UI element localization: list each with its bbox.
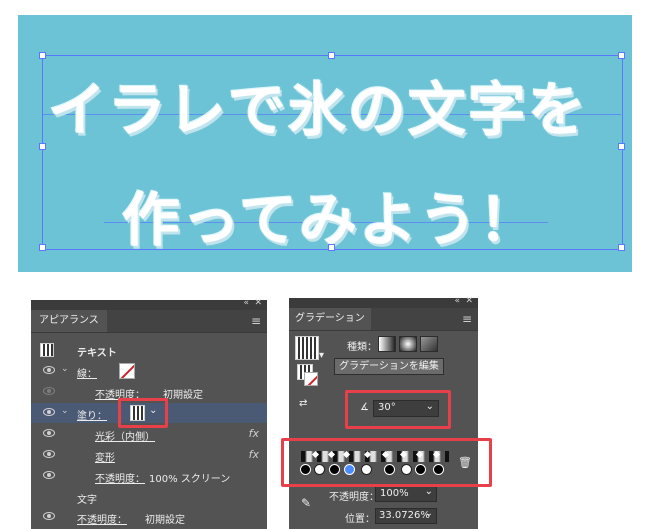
gradient-panel: « ✕ グラデーション ≡ ▾ 種類： グラデーションを編集 ⇄ ∡ 30° ⌄… <box>281 296 492 529</box>
disclosure-triangle-icon[interactable]: ⌄ <box>61 364 69 374</box>
visibility-eye-icon[interactable] <box>43 512 55 520</box>
stop-opacity-input[interactable]: 100% ⌄ <box>375 486 437 502</box>
stop-location-value: 33.0726% <box>379 510 430 521</box>
selection-handle[interactable] <box>618 143 625 150</box>
fx-icon[interactable]: fx <box>249 448 259 461</box>
fx-icon[interactable]: fx <box>249 427 259 440</box>
visibility-eye-icon[interactable] <box>43 450 55 458</box>
panel-menu-icon[interactable]: ≡ <box>462 312 472 326</box>
stop-opacity-label: 不透明度： <box>329 492 379 503</box>
stroke-row[interactable]: ⌄ 線： <box>31 361 267 381</box>
fill-label[interactable]: 塗り： <box>77 407 107 422</box>
gradient-slider-highlight <box>281 438 492 487</box>
fill-swatch-highlight <box>118 398 168 428</box>
type-label: 種類： <box>347 342 377 353</box>
selection-bounding-box[interactable] <box>42 55 623 250</box>
opacity-value: 初期設定 <box>145 515 185 526</box>
visibility-eye-icon[interactable] <box>43 471 55 479</box>
freeform-gradient-type-button[interactable] <box>420 336 438 352</box>
stop-location-input[interactable]: 33.0726% ⌄ <box>375 508 437 524</box>
fill-stroke-stroke-swatch[interactable] <box>304 372 318 386</box>
transform-row[interactable]: 変形 fx <box>31 445 267 465</box>
panel-menu-icon[interactable]: ≡ <box>251 314 261 328</box>
panel-titlebar[interactable]: « ✕ <box>289 296 478 308</box>
characters-row[interactable]: 文字 <box>31 487 267 507</box>
panel-tabrow: グラデーション ≡ <box>289 308 478 331</box>
opacity-row[interactable]: 不透明度： 初期設定 <box>31 507 267 527</box>
opacity-label[interactable]: 不透明度： <box>77 511 127 526</box>
location-dropdown-chevron-icon[interactable]: ⌄ <box>425 508 433 519</box>
stop-location-label: 位置： <box>345 514 375 525</box>
gradient-preview-swatch[interactable] <box>295 336 319 360</box>
visibility-eye-icon[interactable] <box>43 366 55 374</box>
stroke-none-swatch[interactable] <box>119 363 135 379</box>
selection-handle[interactable] <box>328 244 335 251</box>
characters-label: 文字 <box>77 495 97 506</box>
stop-opacity-value: 100% <box>380 488 409 499</box>
appearance-panel: « ✕ アピアランス ≡ テキスト ⌄ 線： 不透明度： 初期設定 ⌄ 塗り： … <box>31 298 267 529</box>
text-thumbnail-icon <box>40 343 54 357</box>
gradient-preview-chevron-icon[interactable]: ▾ <box>319 350 324 361</box>
selection-handle[interactable] <box>39 143 46 150</box>
radial-gradient-type-button[interactable] <box>399 336 417 352</box>
appearance-header-row[interactable]: テキスト <box>31 340 267 360</box>
stroke-label[interactable]: 線： <box>77 365 97 380</box>
selection-handle[interactable] <box>39 52 46 59</box>
header-type-label: テキスト <box>77 348 117 359</box>
fill-opacity-row[interactable]: 不透明度： 100% スクリーン <box>31 466 267 486</box>
close-icon[interactable]: ✕ <box>465 296 473 306</box>
fill-opacity-value: 100% スクリーン <box>149 474 231 485</box>
reverse-gradient-icon[interactable]: ⇄ <box>299 398 307 409</box>
selection-handle[interactable] <box>618 244 625 251</box>
opacity-dropdown-chevron-icon[interactable]: ⌄ <box>425 486 433 497</box>
collapse-icon[interactable]: « <box>454 296 460 306</box>
effect-transform-label[interactable]: 変形 <box>95 449 115 464</box>
stroke-opacity-value: 初期設定 <box>163 390 203 401</box>
fill-opacity-label[interactable]: 不透明度： <box>95 470 145 485</box>
eyedropper-icon[interactable]: ✎ <box>301 496 311 510</box>
angle-field-highlight <box>345 390 451 429</box>
panel-titlebar[interactable]: « ✕ <box>31 298 267 310</box>
visibility-eye-icon[interactable] <box>43 387 55 395</box>
tab-gradient[interactable]: グラデーション <box>289 308 371 330</box>
disclosure-triangle-icon[interactable]: ⌄ <box>61 406 69 416</box>
tab-appearance[interactable]: アピアランス <box>31 310 107 332</box>
linear-gradient-type-button[interactable] <box>378 336 396 352</box>
visibility-eye-icon[interactable] <box>43 429 55 437</box>
edit-gradient-button[interactable]: グラデーションを編集 <box>334 358 444 375</box>
panel-tabrow: アピアランス ≡ <box>31 310 267 333</box>
selection-handle[interactable] <box>618 52 625 59</box>
collapse-icon[interactable]: « <box>243 298 249 308</box>
artboard-canvas[interactable]: イラレで氷の文字を 作ってみよう！ <box>18 15 632 272</box>
selection-handle[interactable] <box>328 52 335 59</box>
selection-handle[interactable] <box>39 244 46 251</box>
close-icon[interactable]: ✕ <box>254 298 262 308</box>
effect-inner-glow-label[interactable]: 光彩（内側） <box>95 428 155 443</box>
visibility-eye-icon[interactable] <box>43 408 55 416</box>
